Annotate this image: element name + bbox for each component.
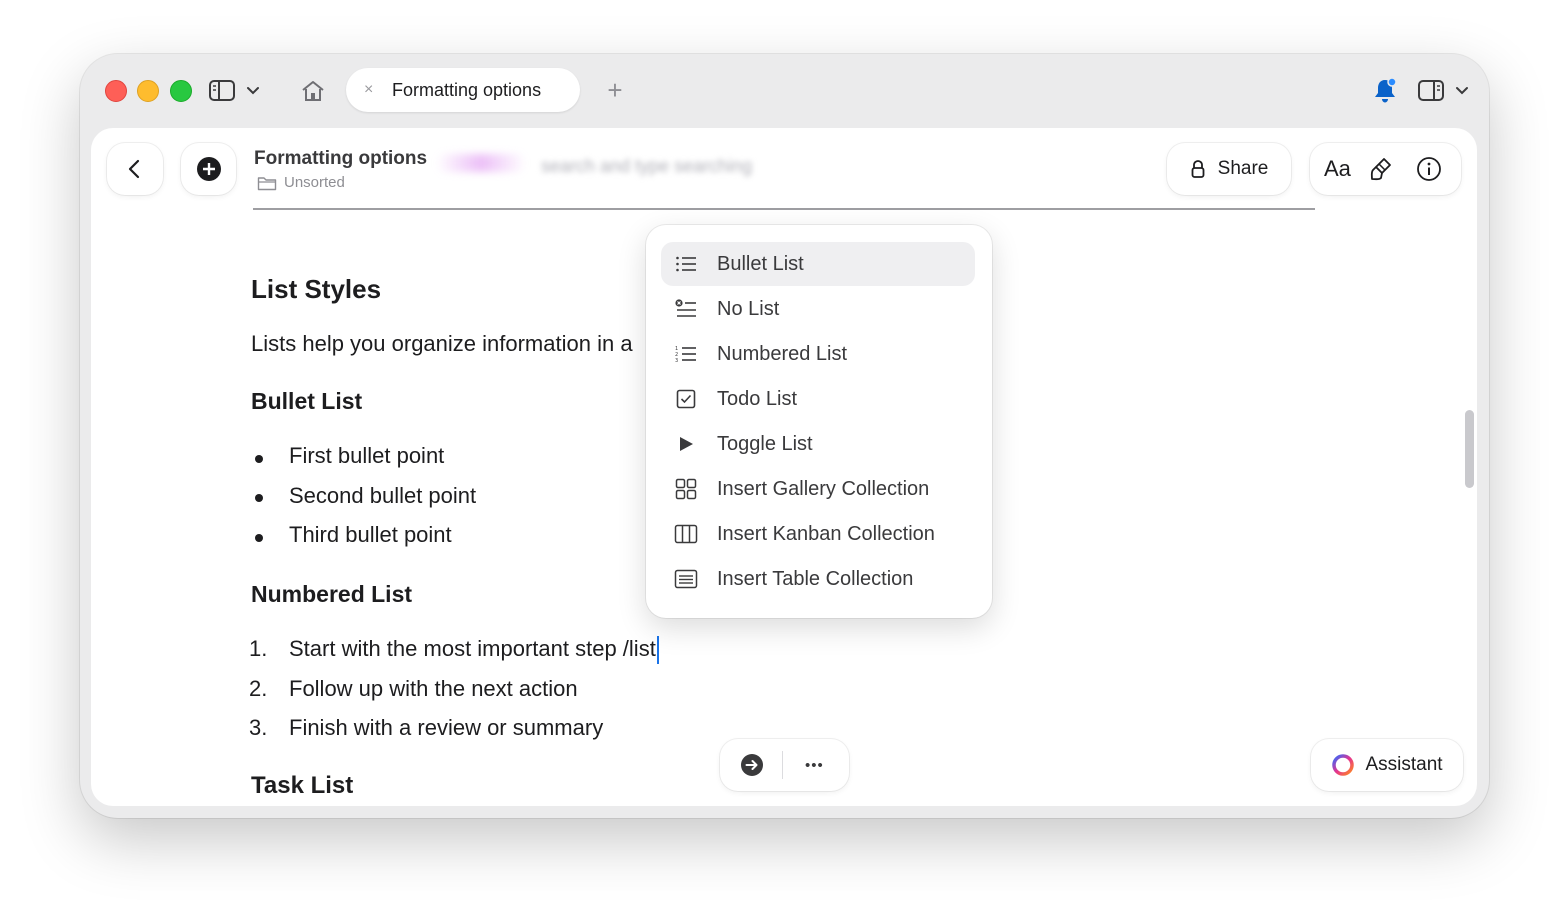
close-tab-icon[interactable]: ×	[364, 81, 378, 99]
numbered-list-icon: 123	[673, 341, 699, 367]
heading-task-list[interactable]: Task List	[251, 772, 353, 800]
chevron-left-icon	[128, 159, 140, 179]
sidebar-icon	[209, 80, 259, 101]
info-icon	[1417, 157, 1441, 181]
slash-command-menu: Bullet List No List 123 Numbered List To…	[646, 225, 992, 618]
blurred-highlight	[436, 154, 526, 172]
share-label: Share	[1217, 158, 1269, 179]
document-title[interactable]: Formatting options	[254, 148, 427, 170]
list-item-active[interactable]: Start with the most important step /list	[289, 636, 659, 665]
share-button[interactable]: Share	[1167, 143, 1291, 195]
paintbrush-icon	[1370, 158, 1391, 181]
floating-toolbar: •••	[720, 739, 849, 791]
home-button[interactable]	[299, 78, 327, 104]
menu-item-bullet-list[interactable]: Bullet List	[661, 242, 975, 286]
menu-item-label: No List	[717, 297, 780, 320]
active-tab[interactable]: × Formatting options	[346, 68, 580, 112]
assistant-label: Assistant	[1365, 754, 1443, 775]
menu-item-table-collection[interactable]: Insert Table Collection	[661, 557, 975, 601]
zoom-window-button[interactable]	[170, 80, 192, 102]
app-window: × Formatting options + Formatting option…	[80, 54, 1489, 818]
kanban-collection-icon	[673, 521, 699, 547]
no-list-icon	[673, 296, 699, 322]
tab-title: Formatting options	[392, 79, 542, 100]
inspector-toggle-button[interactable]	[1417, 78, 1471, 104]
text-style-button[interactable]: Aa	[1324, 156, 1351, 182]
menu-item-kanban-collection[interactable]: Insert Kanban Collection	[661, 512, 975, 556]
list-number: 3.	[249, 715, 268, 740]
folder-icon	[257, 176, 277, 190]
table-collection-icon	[673, 566, 699, 592]
folder-label: Unsorted	[284, 174, 345, 191]
document-folder[interactable]: Unsorted	[257, 174, 345, 191]
heading-bullet-list[interactable]: Bullet List	[251, 388, 362, 415]
svg-text:3: 3	[675, 358, 678, 363]
sidebar-toggle-button[interactable]	[208, 78, 262, 104]
bullet-marker	[255, 494, 263, 502]
plus-circle-icon	[196, 157, 221, 181]
list-item-text: Start with the most important step /list	[289, 636, 656, 661]
format-painter-button[interactable]	[1369, 156, 1393, 182]
add-button[interactable]	[181, 143, 236, 195]
list-number: 2.	[249, 676, 268, 701]
new-tab-button[interactable]: +	[602, 75, 628, 105]
menu-item-label: Bullet List	[717, 252, 804, 275]
menu-item-label: Insert Table Collection	[717, 567, 914, 590]
right-sidebar-icon	[1418, 80, 1468, 101]
list-item[interactable]: Finish with a review or summary	[289, 715, 603, 741]
menu-item-todo-list[interactable]: Todo List	[661, 377, 975, 421]
editor-area: Formatting options Unsorted search and t…	[91, 128, 1477, 806]
todo-list-icon	[673, 386, 699, 412]
assistant-ring-icon	[1332, 754, 1355, 776]
document-tools: Aa	[1310, 143, 1461, 195]
toggle-list-icon	[673, 431, 699, 457]
bullet-marker	[255, 455, 263, 463]
menu-item-no-list[interactable]: No List	[661, 287, 975, 331]
arrow-right-circle-icon	[741, 754, 763, 776]
back-button[interactable]	[107, 143, 163, 195]
list-item[interactable]: Second bullet point	[289, 483, 476, 509]
bullet-list-icon	[673, 251, 699, 277]
menu-item-label: Toggle List	[717, 432, 813, 455]
blurred-snippet: search and type searching	[541, 156, 753, 176]
menu-item-label: Todo List	[717, 387, 798, 410]
notifications-button[interactable]	[1371, 76, 1399, 106]
assistant-button[interactable]: Assistant	[1311, 739, 1463, 791]
list-number: 1.	[249, 636, 268, 661]
menu-item-label: Numbered List	[717, 342, 848, 365]
menu-item-label: Insert Gallery Collection	[717, 477, 930, 500]
minimize-window-button[interactable]	[137, 80, 159, 102]
text-caret	[656, 636, 659, 665]
close-window-button[interactable]	[105, 80, 127, 102]
menu-item-toggle-list[interactable]: Toggle List	[661, 422, 975, 466]
toolbar-divider	[782, 751, 783, 779]
menu-item-gallery-collection[interactable]: Insert Gallery Collection	[661, 467, 975, 511]
more-options-button[interactable]: •••	[805, 757, 824, 774]
list-item[interactable]: Follow up with the next action	[289, 676, 578, 702]
menu-item-label: Insert Kanban Collection	[717, 522, 935, 545]
list-item[interactable]: First bullet point	[289, 443, 444, 469]
go-forward-button[interactable]	[740, 753, 764, 777]
home-icon	[302, 81, 324, 101]
lock-icon	[1191, 160, 1205, 178]
menu-item-numbered-list[interactable]: 123 Numbered List	[661, 332, 975, 376]
info-button[interactable]	[1416, 156, 1442, 182]
scrollbar-thumb[interactable]	[1465, 410, 1474, 488]
heading-numbered-list[interactable]: Numbered List	[251, 581, 412, 608]
header-divider	[253, 208, 1315, 210]
intro-paragraph[interactable]: Lists help you organize information in a	[251, 331, 633, 357]
bell-icon	[1375, 77, 1397, 103]
list-item[interactable]: Third bullet point	[289, 522, 452, 548]
bullet-marker	[255, 534, 263, 542]
heading-list-styles[interactable]: List Styles	[251, 274, 381, 305]
gallery-collection-icon	[673, 476, 699, 502]
